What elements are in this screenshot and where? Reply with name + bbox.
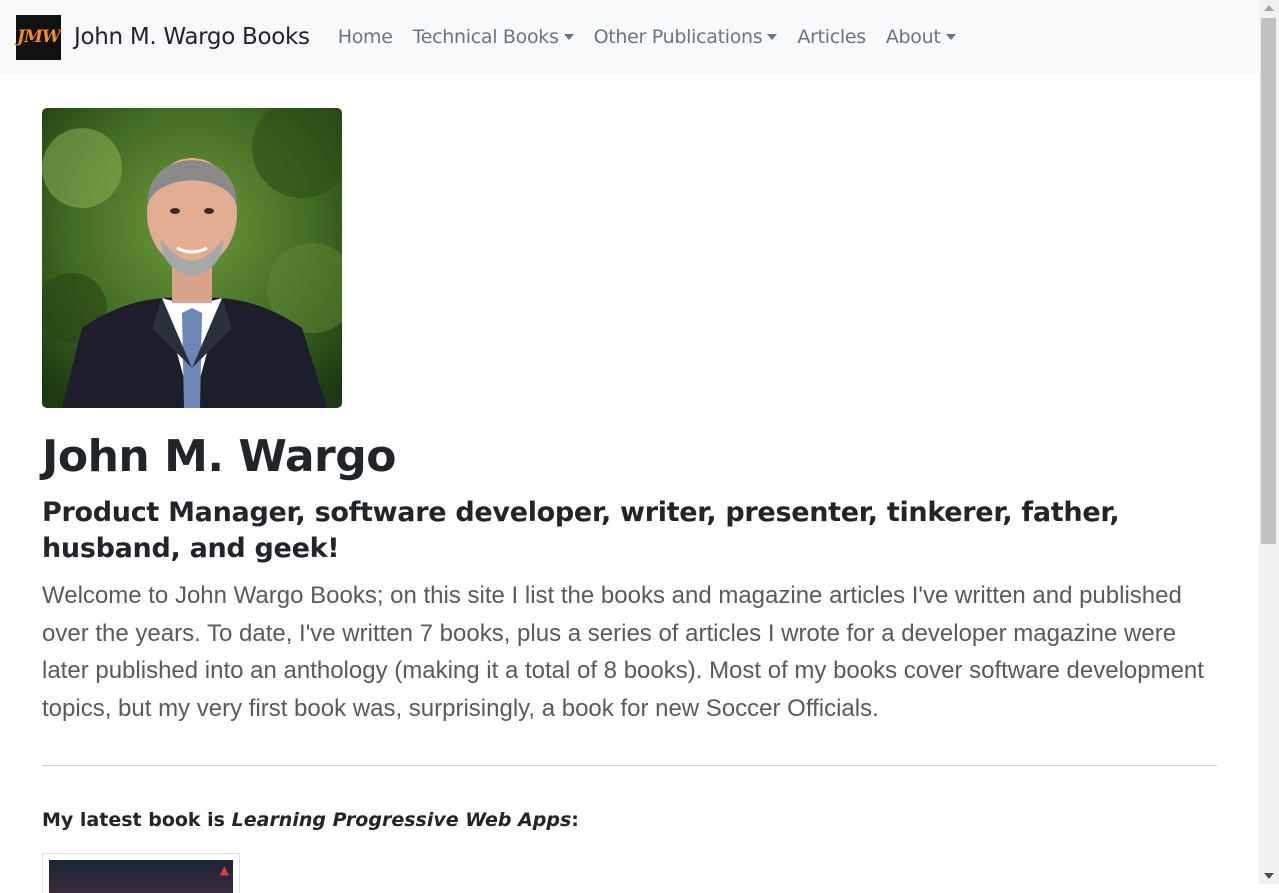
caret-down-icon bbox=[945, 34, 956, 40]
book-cover-image: ▲ bbox=[49, 860, 233, 893]
latest-book-suffix: : bbox=[571, 809, 579, 831]
brand-logo: JMW bbox=[16, 14, 61, 60]
nav-articles[interactable]: Articles bbox=[787, 26, 875, 48]
latest-book-title-link[interactable]: Learning Progressive Web Apps bbox=[232, 809, 572, 831]
latest-book-cover[interactable]: ▲ bbox=[42, 853, 240, 893]
nav-other-publications-dropdown[interactable]: Other Publications bbox=[584, 26, 788, 48]
author-tagline: Product Manager, software developer, wri… bbox=[42, 497, 1120, 564]
nav-technical-books-dropdown[interactable]: Technical Books bbox=[403, 26, 584, 48]
nav-technical-books-label: Technical Books bbox=[412, 26, 559, 48]
caret-down-icon bbox=[767, 34, 778, 40]
vertical-scrollbar[interactable] bbox=[1259, 0, 1279, 884]
intro-paragraph: Welcome to John Wargo Books; on this sit… bbox=[42, 582, 1204, 722]
brand-logo-text: JMW bbox=[17, 27, 61, 47]
nav-home[interactable]: Home bbox=[328, 26, 403, 48]
caret-down-icon bbox=[563, 34, 574, 40]
nav-about-dropdown[interactable]: About bbox=[876, 26, 966, 48]
scroll-up-arrow-icon[interactable] bbox=[1264, 5, 1274, 11]
brand-title: John M. Wargo Books bbox=[74, 24, 310, 50]
scrollbar-thumb[interactable] bbox=[1261, 18, 1276, 544]
brand-link[interactable]: JMW John M. Wargo Books bbox=[16, 14, 310, 60]
scroll-down-arrow-icon[interactable] bbox=[1264, 873, 1274, 879]
nav-about-label: About bbox=[885, 26, 941, 48]
latest-book-prefix: My latest book is bbox=[42, 809, 232, 831]
section-divider bbox=[42, 765, 1217, 766]
nav-home-label: Home bbox=[337, 26, 393, 48]
main-nav: Home Technical Books Other Publications … bbox=[328, 26, 966, 48]
nav-articles-label: Articles bbox=[797, 26, 866, 48]
main-content: John M. Wargo Product Manager, software … bbox=[42, 108, 1217, 893]
author-name-heading: John M. Wargo bbox=[42, 431, 396, 482]
nav-other-publications-label: Other Publications bbox=[593, 26, 763, 48]
publisher-mark-icon: ▲ bbox=[219, 863, 229, 877]
top-navbar: JMW John M. Wargo Books Home Technical B… bbox=[0, 0, 1259, 74]
author-portrait bbox=[42, 108, 342, 408]
latest-book-text: My latest book is Learning Progressive W… bbox=[42, 809, 1217, 831]
